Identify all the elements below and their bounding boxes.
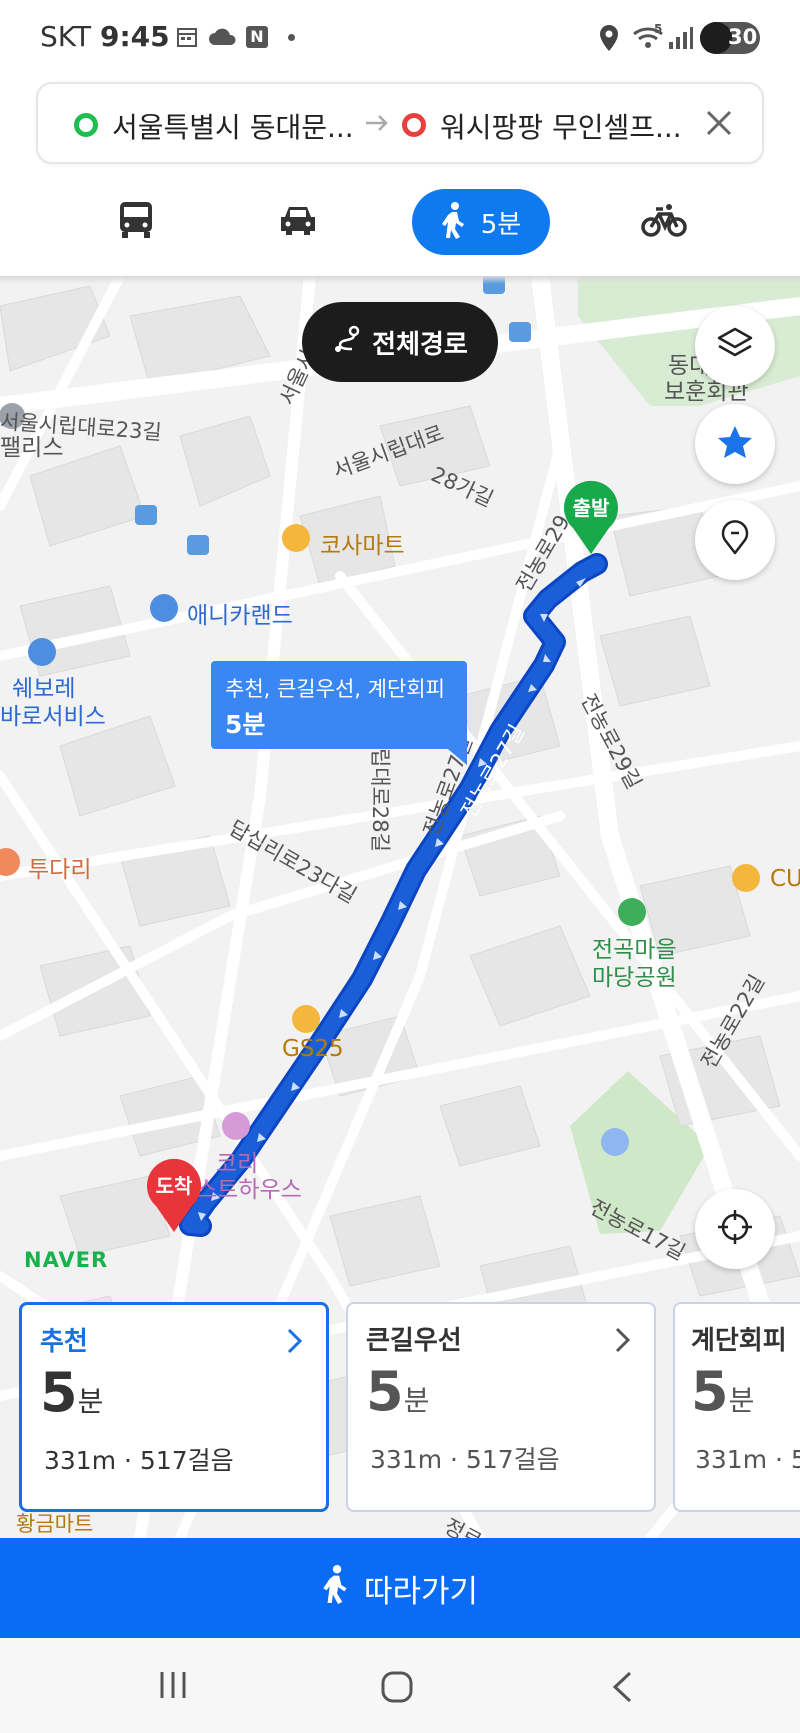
poi-label: 스트하우스	[196, 1177, 302, 1203]
map-top-shadow	[0, 276, 800, 284]
poi-label: 코사마트	[320, 533, 405, 559]
full-route-button[interactable]: 전체경로	[302, 302, 498, 382]
battery-level: 30	[728, 25, 758, 49]
route-card-detail: 331m · 517걸음	[695, 1445, 800, 1474]
origin-text[interactable]: 서울특별시 동대문...	[112, 106, 354, 146]
start-marker[interactable]: 출발	[561, 480, 621, 556]
tab-walk[interactable]: 5분	[412, 189, 550, 255]
network-label: 5	[654, 22, 663, 36]
status-bar: SKT 9:45 N 5 30	[0, 0, 800, 76]
clock: 9:45	[100, 20, 170, 53]
destination-text[interactable]: 워시팡팡 무인셀프...	[440, 106, 682, 146]
tooltip-routes: 추천, 큰길우선, 계단회피	[225, 677, 445, 701]
route-card-avoid-stairs[interactable]: 계단회피 5분 331m · 517걸음	[673, 1302, 800, 1512]
place-marker-button[interactable]	[695, 500, 775, 580]
origin-dot-icon	[74, 113, 98, 137]
naver-logo: NAVER	[24, 1248, 109, 1272]
close-icon[interactable]	[702, 106, 736, 144]
more-notifications-dot	[288, 34, 295, 41]
chevron-right-icon	[614, 1326, 632, 1358]
route-tooltip[interactable]: 추천, 큰길우선, 계단회피 5분	[211, 661, 467, 765]
poi-label: 팰리스	[0, 435, 64, 461]
tab-transit[interactable]	[100, 189, 172, 255]
route-card-minutes: 5분	[40, 1361, 104, 1424]
poi-label: 애니카랜드	[187, 603, 293, 629]
recent-apps-icon[interactable]	[158, 1670, 188, 1704]
poi-label: 마당공원	[592, 965, 677, 991]
back-icon[interactable]	[610, 1670, 634, 1708]
route-card-detail: 331m · 517걸음	[44, 1446, 234, 1475]
arrow-right-icon	[364, 110, 390, 140]
tooltip-time: 5분	[225, 710, 266, 739]
route-card-minutes: 5분	[691, 1360, 755, 1423]
carrier: SKT	[40, 20, 92, 53]
walk-icon	[441, 201, 467, 243]
route-search-box[interactable]: 서울특별시 동대문... 워시팡팡 무인셀프...	[36, 82, 764, 164]
tab-car[interactable]	[260, 189, 336, 255]
naver-notification-icon: N	[246, 26, 268, 48]
car-icon	[278, 203, 318, 241]
poi-label: CU	[770, 866, 800, 892]
bicycle-icon	[641, 203, 687, 241]
end-marker[interactable]: 도착	[146, 1158, 206, 1234]
map-pin-icon	[720, 520, 750, 560]
route-card-title: 계단회피	[691, 1326, 787, 1356]
full-route-label: 전체경로	[372, 329, 468, 360]
layers-icon	[716, 326, 754, 366]
route-card-recommended[interactable]: 추천 5분 331m · 517걸음	[19, 1302, 329, 1512]
poi-label: GS25	[282, 1036, 344, 1062]
cloud-icon	[208, 28, 238, 50]
route-card-main-road[interactable]: 큰길우선 5분 331m · 517걸음	[346, 1302, 656, 1512]
star-icon	[716, 424, 754, 464]
poi-label: 바로서비스	[0, 704, 106, 730]
follow-label: 따라가기	[363, 1573, 479, 1610]
poi-label: 황금마트	[16, 1512, 94, 1536]
route-card-title: 큰길우선	[366, 1326, 462, 1356]
route-icon	[332, 324, 362, 361]
layers-button[interactable]	[695, 306, 775, 386]
chevron-right-icon	[286, 1327, 304, 1359]
follow-route-button[interactable]: 따라가기	[0, 1538, 800, 1638]
favorites-button[interactable]	[695, 404, 775, 484]
current-location-button[interactable]	[695, 1189, 775, 1269]
tab-bike[interactable]	[636, 189, 692, 255]
route-card-detail: 331m · 517걸음	[370, 1445, 560, 1474]
destination-dot-icon	[402, 113, 426, 137]
calendar-icon	[176, 26, 198, 48]
walk-time: 5분	[480, 209, 522, 240]
crosshair-icon	[716, 1208, 754, 1250]
home-icon[interactable]	[380, 1670, 414, 1708]
system-navigation-bar	[0, 1638, 800, 1733]
bus-icon	[118, 200, 154, 244]
end-marker-label: 도착	[155, 1174, 193, 1198]
transport-mode-tabs: 5분	[0, 175, 800, 275]
start-marker-label: 출발	[572, 496, 610, 520]
route-card-minutes: 5분	[366, 1360, 430, 1423]
route-card-title: 추천	[40, 1327, 88, 1357]
walk-icon	[322, 1564, 350, 1612]
location-icon	[598, 24, 620, 56]
battery-icon: 30	[700, 22, 760, 54]
poi-label: 투다리	[28, 857, 92, 883]
signal-icon	[668, 26, 694, 54]
